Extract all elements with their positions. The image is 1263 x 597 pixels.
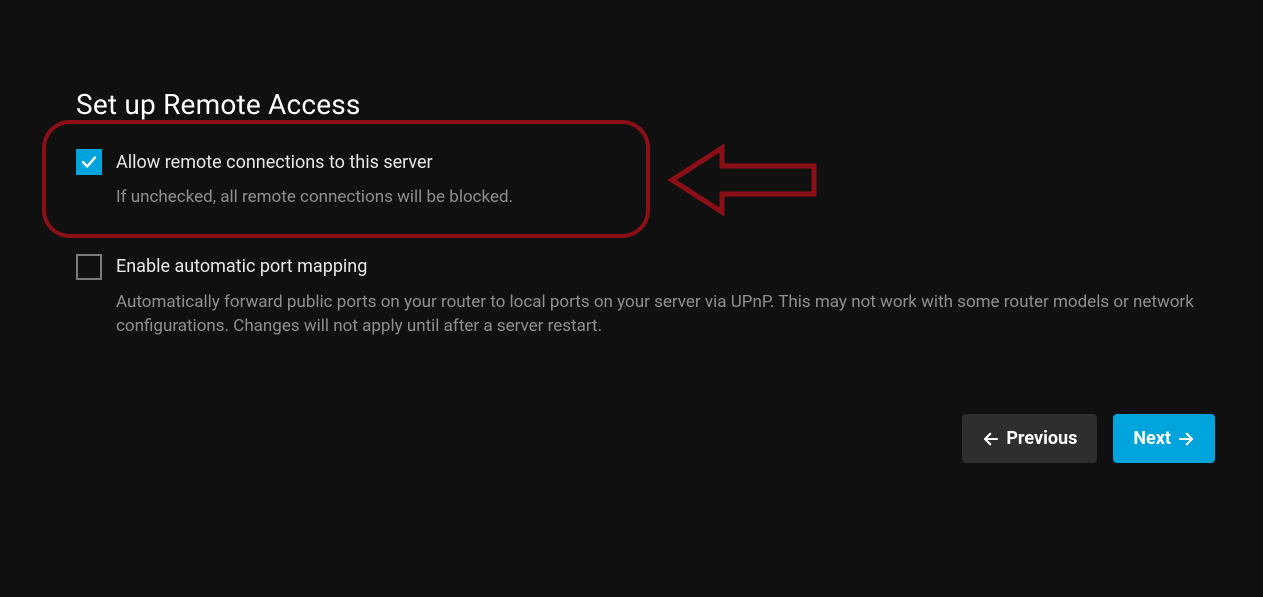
previous-button[interactable]: Previous: [962, 414, 1097, 463]
checkbox-allow-remote[interactable]: [76, 149, 102, 175]
setting-auto-port-mapping: Enable automatic port mapping Automatica…: [76, 254, 1203, 339]
checkbox-auto-port-mapping[interactable]: [76, 254, 102, 280]
next-button[interactable]: Next: [1113, 414, 1215, 463]
checkbox-label-allow-remote[interactable]: Allow remote connections to this server: [116, 152, 433, 173]
previous-button-label: Previous: [1006, 428, 1077, 449]
checkbox-label-auto-port-mapping[interactable]: Enable automatic port mapping: [116, 256, 367, 277]
checkbox-desc-auto-port-mapping: Automatically forward public ports on yo…: [76, 290, 1203, 339]
arrow-right-icon: [1177, 430, 1195, 448]
setting-allow-remote: Allow remote connections to this server …: [76, 149, 1203, 210]
arrow-left-icon: [982, 430, 1000, 448]
check-icon: [80, 153, 98, 171]
next-button-label: Next: [1133, 428, 1171, 449]
checkbox-desc-allow-remote: If unchecked, all remote connections wil…: [76, 185, 1203, 210]
page-title: Set up Remote Access: [76, 88, 1203, 121]
